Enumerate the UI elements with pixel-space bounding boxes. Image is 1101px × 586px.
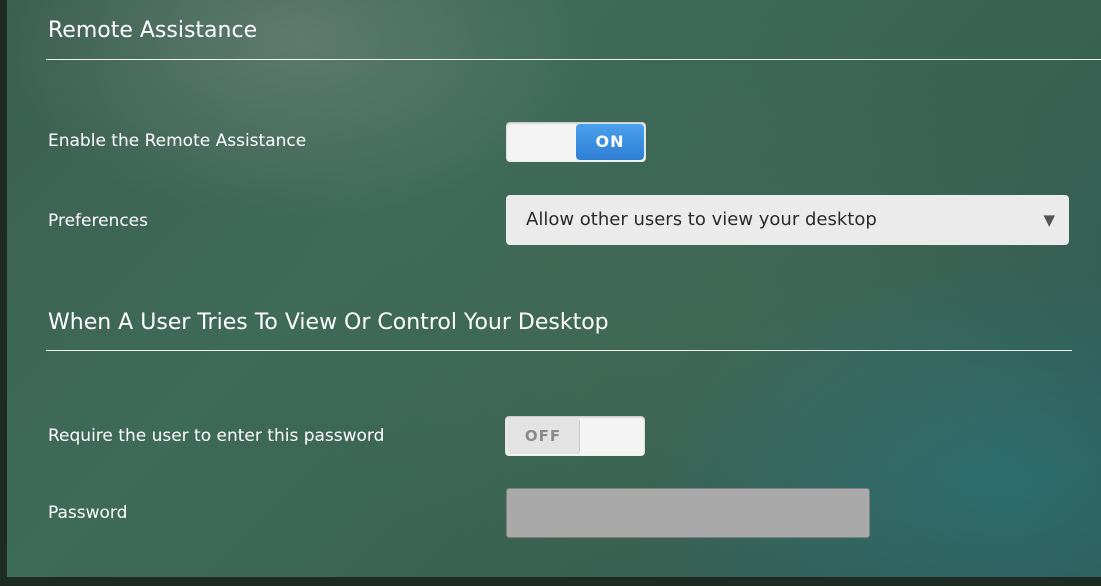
section-divider [46, 59, 1101, 60]
toggle-on-indicator: ON [576, 124, 644, 160]
enable-remote-assistance-toggle[interactable]: ON [506, 122, 646, 162]
require-password-toggle[interactable]: OFF [505, 416, 645, 456]
chevron-down-icon: ▼ [1043, 211, 1055, 229]
window-left-edge [0, 0, 7, 586]
preferences-label: Preferences [48, 211, 148, 231]
password-field[interactable] [506, 488, 870, 538]
section-divider [46, 350, 1072, 351]
enable-remote-assistance-label: Enable the Remote Assistance [48, 131, 307, 151]
window-bottom-edge [0, 577, 1101, 586]
password-label: Password [48, 503, 128, 523]
preferences-selected-value: Allow other users to view your desktop [526, 209, 877, 230]
section-title-remote-assistance: Remote Assistance [48, 18, 258, 43]
section-title-view-control: When A User Tries To View Or Control You… [48, 310, 609, 335]
require-password-label: Require the user to enter this password [48, 426, 385, 446]
preferences-dropdown[interactable]: Allow other users to view your desktop ▼ [506, 195, 1069, 245]
toggle-off-indicator: OFF [507, 418, 580, 454]
